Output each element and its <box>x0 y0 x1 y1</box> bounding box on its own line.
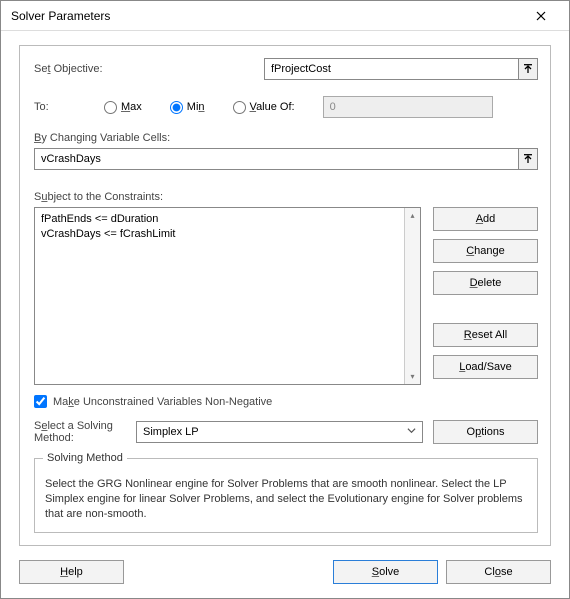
solving-method-legend: Solving Method <box>43 451 127 466</box>
close-icon[interactable] <box>521 2 561 30</box>
change-button[interactable]: Change <box>433 239 538 263</box>
ref-picker-icon[interactable] <box>518 148 538 170</box>
constraints-list[interactable]: fPathEnds <= dDuration vCrashDays <= fCr… <box>34 207 421 385</box>
close-button[interactable]: Close <box>446 560 551 584</box>
to-label: To: <box>34 101 76 113</box>
solving-method-desc: Select the GRG Nonlinear engine for Solv… <box>45 477 527 522</box>
changing-input[interactable] <box>34 148 518 170</box>
objective-input[interactable] <box>264 58 518 80</box>
constraints-label: Subject to the Constraints: <box>34 191 538 203</box>
ref-picker-icon[interactable] <box>518 58 538 80</box>
scroll-up-icon[interactable]: ▴ <box>405 208 420 223</box>
valueof-input <box>323 96 493 118</box>
titlebar: Solver Parameters <box>1 1 569 31</box>
scrollbar[interactable]: ▴ ▾ <box>404 208 420 384</box>
window-title: Solver Parameters <box>11 9 521 23</box>
objective-label: Set Objective: <box>34 63 264 75</box>
method-select[interactable]: Simplex LP <box>136 421 423 443</box>
options-button[interactable]: Options <box>433 420 538 444</box>
load-save-button[interactable]: Load/Save <box>433 355 538 379</box>
method-value: Simplex LP <box>143 426 199 438</box>
list-item[interactable]: fPathEnds <= dDuration <box>41 212 398 227</box>
reset-all-button[interactable]: Reset All <box>433 323 538 347</box>
method-label: Select a Solving Method: <box>34 420 126 444</box>
changing-label: By Changing Variable Cells: <box>34 132 538 144</box>
delete-button[interactable]: Delete <box>433 271 538 295</box>
chevron-down-icon <box>407 426 416 438</box>
solve-button[interactable]: Solve <box>333 560 438 584</box>
add-button[interactable]: Add <box>433 207 538 231</box>
solving-method-group: Solving Method Select the GRG Nonlinear … <box>34 458 538 533</box>
radio-min[interactable]: Min <box>170 101 205 114</box>
scroll-down-icon[interactable]: ▾ <box>405 369 420 384</box>
dialog-content: Set Objective: To: Max Min <box>1 31 569 598</box>
solver-parameters-window: Solver Parameters Set Objective: To: <box>0 0 570 599</box>
main-group: Set Objective: To: Max Min <box>19 45 551 546</box>
list-item[interactable]: vCrashDays <= fCrashLimit <box>41 227 398 242</box>
radio-valueof[interactable]: Value Of: <box>233 101 295 114</box>
nonneg-checkbox[interactable] <box>34 395 47 408</box>
nonneg-label: Make Unconstrained Variables Non-Negativ… <box>53 396 272 408</box>
radio-max[interactable]: Max <box>104 101 142 114</box>
help-button[interactable]: Help <box>19 560 124 584</box>
